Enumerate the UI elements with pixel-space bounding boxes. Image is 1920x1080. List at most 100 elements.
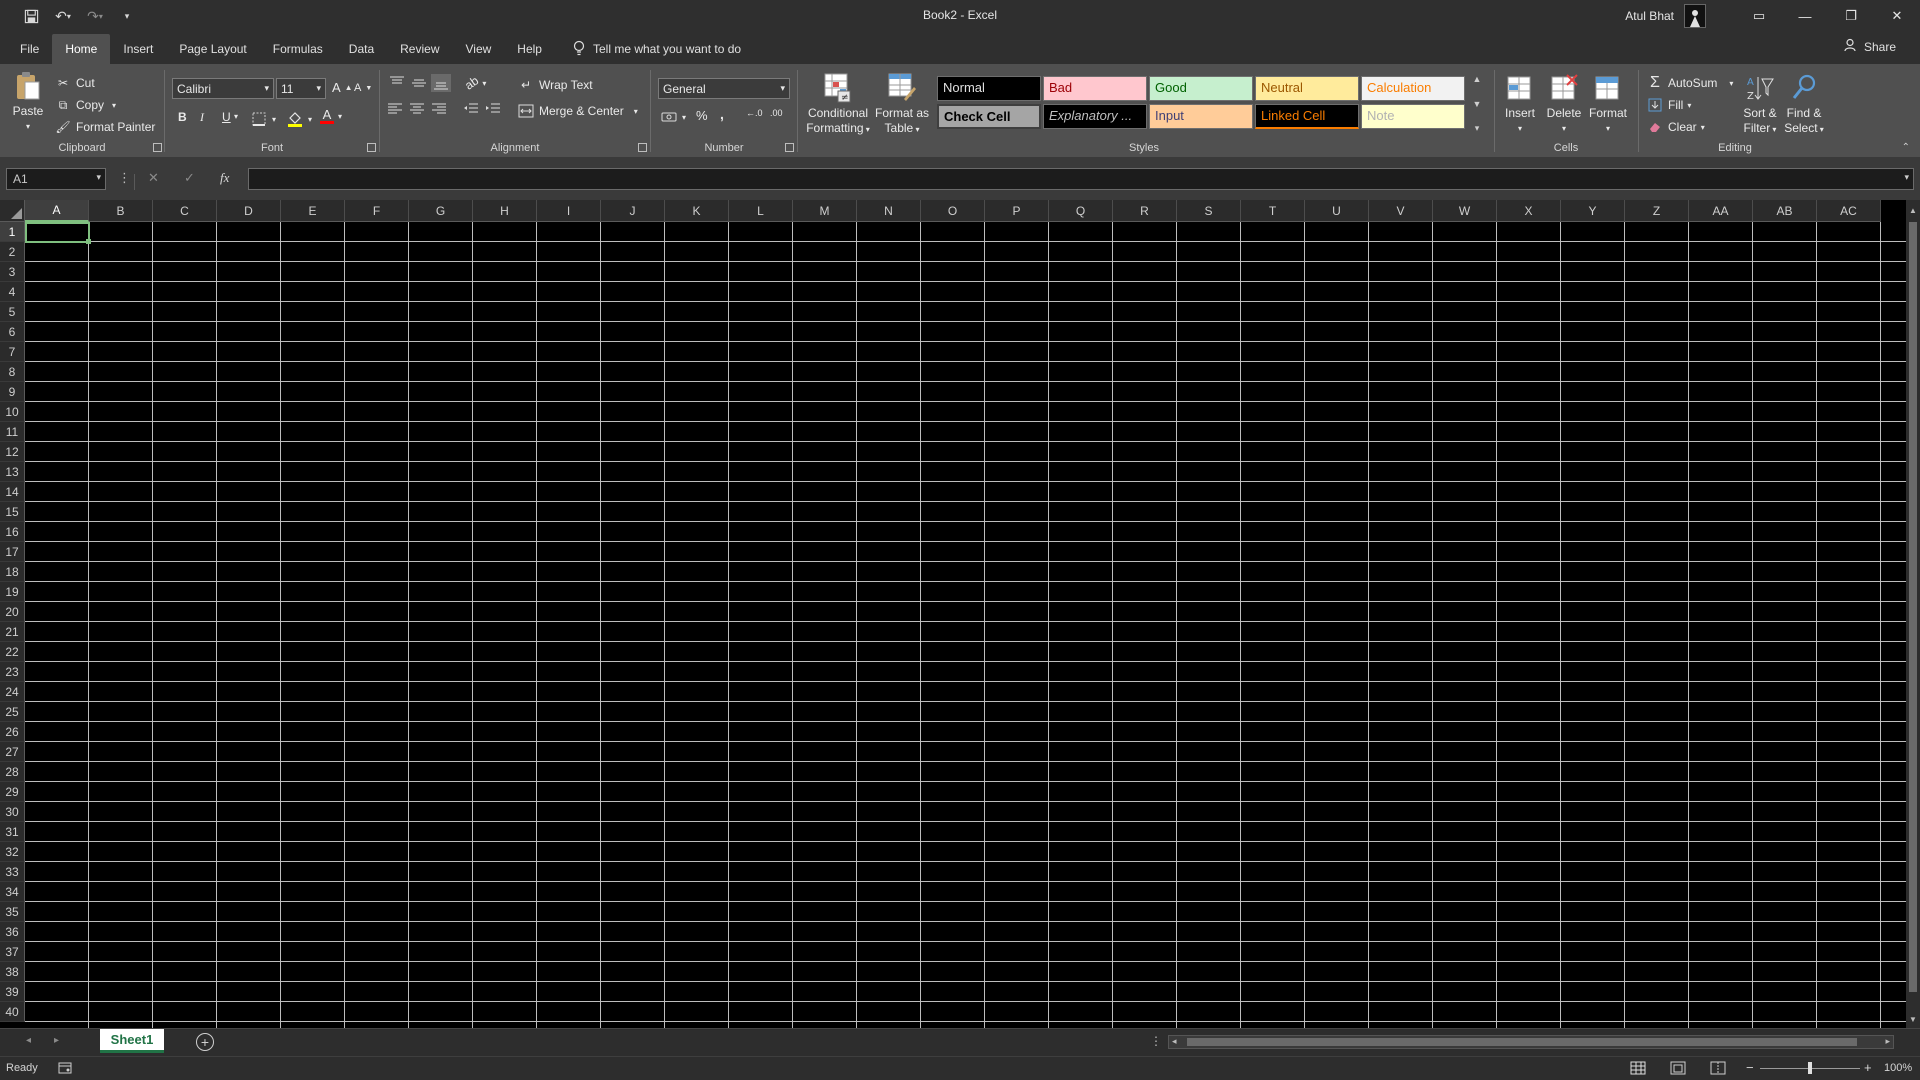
column-header-l[interactable]: L bbox=[729, 200, 793, 222]
tell-me-search[interactable]: Tell me what you want to do bbox=[555, 34, 741, 64]
number-launcher-icon[interactable] bbox=[785, 143, 794, 152]
scroll-left-icon[interactable]: ◂ bbox=[1172, 1036, 1177, 1047]
shrink-font-button[interactable]: A ▼ bbox=[354, 82, 372, 94]
page-layout-view-icon[interactable] bbox=[1670, 1061, 1686, 1078]
row-header-13[interactable]: 13 bbox=[0, 462, 25, 482]
column-header-h[interactable]: H bbox=[473, 200, 537, 222]
expand-formula-bar-icon[interactable]: ▾ bbox=[1904, 172, 1909, 183]
sheet-tab-sheet1[interactable]: Sheet1 bbox=[100, 1029, 164, 1053]
delete-cells-button[interactable]: Delete ▾ bbox=[1544, 72, 1584, 136]
find-select-button[interactable]: Find & Select ▾ bbox=[1782, 72, 1826, 137]
row-header-4[interactable]: 4 bbox=[0, 282, 25, 302]
formula-input[interactable]: ▾ bbox=[248, 168, 1914, 190]
vertical-scrollbar[interactable]: ▲ ▼ bbox=[1906, 200, 1920, 1028]
column-header-d[interactable]: D bbox=[217, 200, 281, 222]
select-all-button[interactable] bbox=[0, 200, 25, 222]
row-header-38[interactable]: 38 bbox=[0, 962, 25, 982]
clear-button[interactable]: Clear ▾ bbox=[1646, 118, 1705, 136]
column-header-u[interactable]: U bbox=[1305, 200, 1369, 222]
row-header-8[interactable]: 8 bbox=[0, 362, 25, 382]
cell-style-note[interactable]: Note bbox=[1361, 104, 1465, 129]
alignment-launcher-icon[interactable] bbox=[638, 143, 647, 152]
tab-help[interactable]: Help bbox=[504, 34, 555, 64]
zoom-out-icon[interactable]: − bbox=[1746, 1060, 1754, 1075]
row-header-23[interactable]: 23 bbox=[0, 662, 25, 682]
comma-style-button[interactable]: , bbox=[720, 106, 724, 122]
align-top-icon[interactable] bbox=[389, 76, 405, 90]
chevron-down-icon[interactable]: ▾ bbox=[96, 172, 101, 183]
row-header-9[interactable]: 9 bbox=[0, 382, 25, 402]
merge-center-button[interactable]: Merge & Center ▾ bbox=[517, 102, 638, 120]
minimize-button[interactable]: — bbox=[1782, 0, 1828, 32]
row-header-27[interactable]: 27 bbox=[0, 742, 25, 762]
accounting-format-button[interactable]: ▾ bbox=[660, 108, 686, 126]
tab-view[interactable]: View bbox=[453, 34, 505, 64]
orientation-icon[interactable]: ab ▾ bbox=[462, 73, 486, 92]
column-header-y[interactable]: Y bbox=[1561, 200, 1625, 222]
customize-qat-icon[interactable]: ▾ bbox=[116, 5, 138, 27]
font-color-dropdown-icon[interactable]: ▾ bbox=[338, 112, 342, 121]
row-header-22[interactable]: 22 bbox=[0, 642, 25, 662]
row-header-33[interactable]: 33 bbox=[0, 862, 25, 882]
copy-button[interactable]: ⧉ Copy ▾ bbox=[54, 96, 116, 114]
page-break-view-icon[interactable] bbox=[1710, 1061, 1726, 1078]
column-header-m[interactable]: M bbox=[793, 200, 857, 222]
column-header-t[interactable]: T bbox=[1241, 200, 1305, 222]
cell-area[interactable] bbox=[25, 222, 1906, 1028]
row-header-18[interactable]: 18 bbox=[0, 562, 25, 582]
wrap-text-button[interactable]: ↵ Wrap Text bbox=[517, 76, 593, 94]
row-header-7[interactable]: 7 bbox=[0, 342, 25, 362]
row-header-34[interactable]: 34 bbox=[0, 882, 25, 902]
row-header-5[interactable]: 5 bbox=[0, 302, 25, 322]
tab-review[interactable]: Review bbox=[387, 34, 452, 64]
percent-style-button[interactable]: % bbox=[696, 108, 708, 123]
underline-dropdown-icon[interactable]: ▾ bbox=[234, 112, 238, 121]
chevron-up-icon[interactable]: ▲ bbox=[1473, 74, 1482, 84]
macro-recording-icon[interactable] bbox=[58, 1061, 72, 1078]
row-header-25[interactable]: 25 bbox=[0, 702, 25, 722]
tab-formulas[interactable]: Formulas bbox=[260, 34, 336, 64]
add-sheet-icon[interactable]: + bbox=[196, 1033, 214, 1051]
scroll-right-icon[interactable]: ▸ bbox=[1885, 1036, 1890, 1047]
column-header-ac[interactable]: AC bbox=[1817, 200, 1881, 222]
zoom-level[interactable]: 100% bbox=[1884, 1062, 1912, 1074]
column-header-o[interactable]: O bbox=[921, 200, 985, 222]
row-header-15[interactable]: 15 bbox=[0, 502, 25, 522]
horizontal-scroll-thumb[interactable] bbox=[1187, 1038, 1857, 1046]
row-header-11[interactable]: 11 bbox=[0, 422, 25, 442]
format-painter-button[interactable]: 🖌 Format Painter bbox=[54, 118, 155, 136]
cell-style-good[interactable]: Good bbox=[1149, 76, 1253, 101]
fill-handle[interactable] bbox=[86, 239, 91, 244]
number-format-select[interactable]: General ▾ bbox=[658, 78, 790, 99]
column-header-x[interactable]: X bbox=[1497, 200, 1561, 222]
row-header-36[interactable]: 36 bbox=[0, 922, 25, 942]
row-header-35[interactable]: 35 bbox=[0, 902, 25, 922]
more-styles-icon[interactable]: ▾ bbox=[1475, 123, 1480, 134]
row-header-37[interactable]: 37 bbox=[0, 942, 25, 962]
font-size-select[interactable]: 11 ▾ bbox=[276, 78, 326, 99]
fill-color-button[interactable]: ▾ bbox=[286, 110, 312, 128]
enter-icon[interactable]: ✓ bbox=[184, 170, 195, 186]
row-header-32[interactable]: 32 bbox=[0, 842, 25, 862]
conditional-formatting-button[interactable]: ≠ Conditional Formatting ▾ bbox=[805, 72, 871, 137]
increase-indent-icon[interactable] bbox=[485, 102, 501, 116]
cell-style-input[interactable]: Input bbox=[1149, 104, 1253, 129]
font-color-button[interactable]: A bbox=[320, 108, 334, 124]
decrease-decimal-button[interactable]: .00 bbox=[770, 108, 783, 118]
format-cells-button[interactable]: Format ▾ bbox=[1586, 72, 1630, 136]
close-button[interactable]: ✕ bbox=[1874, 0, 1920, 32]
row-header-19[interactable]: 19 bbox=[0, 582, 25, 602]
row-header-40[interactable]: 40 bbox=[0, 1002, 25, 1022]
cut-button[interactable]: ✂ Cut bbox=[54, 74, 95, 92]
save-icon[interactable] bbox=[20, 5, 42, 27]
column-header-ab[interactable]: AB bbox=[1753, 200, 1817, 222]
chevron-down-icon[interactable]: ▼ bbox=[1473, 99, 1482, 109]
zoom-in-icon[interactable]: + bbox=[1864, 1060, 1872, 1075]
column-header-j[interactable]: J bbox=[601, 200, 665, 222]
previous-sheet-icon[interactable]: ◂ bbox=[26, 1035, 31, 1046]
format-as-table-button[interactable]: Format as Table ▾ bbox=[875, 72, 929, 137]
column-header-r[interactable]: R bbox=[1113, 200, 1177, 222]
tab-split-handle-icon[interactable]: ⋮ bbox=[1150, 1034, 1162, 1048]
clipboard-launcher-icon[interactable] bbox=[153, 143, 162, 152]
row-header-17[interactable]: 17 bbox=[0, 542, 25, 562]
